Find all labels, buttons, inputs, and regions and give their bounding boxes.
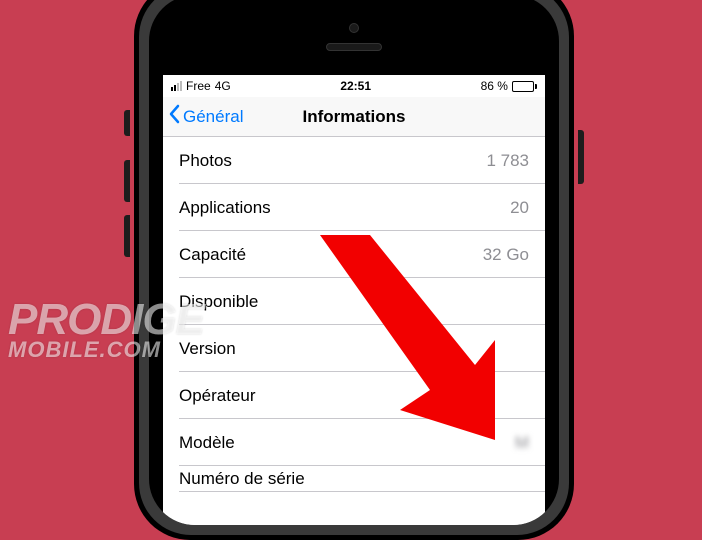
row-label: Applications [179,198,271,218]
screen: Free 4G 22:51 86 % [163,75,545,525]
row-label: Version [179,339,236,359]
back-button[interactable]: Général [167,104,243,129]
volume-down-button [124,215,130,257]
row-applications[interactable]: Applications 20 [163,184,545,231]
mute-switch [124,110,130,136]
signal-icon [171,81,182,91]
row-photos[interactable]: Photos 1 783 [163,137,545,184]
chevron-left-icon [167,104,181,129]
settings-list[interactable]: Photos 1 783 Applications 20 Capacité 32… [163,137,545,525]
carrier-label: Free [186,79,211,93]
network-label: 4G [215,79,231,93]
row-value: 20 [510,198,529,218]
phone-frame: Free 4G 22:51 86 % [134,0,574,540]
row-label: Capacité [179,245,246,265]
row-value: 32 Go [483,245,529,265]
row-version[interactable]: Version [163,325,545,372]
row-label: Opérateur [179,386,256,406]
row-value: 1 783 [486,151,529,171]
status-bar: Free 4G 22:51 86 % [163,75,545,97]
row-label: Modèle [179,433,235,453]
row-value: M [515,433,529,453]
battery-icon [512,81,537,92]
row-model[interactable]: Modèle M [163,419,545,466]
row-serial[interactable]: Numéro de série [163,466,545,492]
row-capacity[interactable]: Capacité 32 Go [163,231,545,278]
clock: 22:51 [340,79,371,93]
row-available[interactable]: Disponible [163,278,545,325]
battery-percent: 86 % [481,79,508,93]
speaker-grille [326,43,382,51]
front-camera [349,23,359,33]
nav-bar: Général Informations [163,97,545,137]
row-carrier[interactable]: Opérateur [163,372,545,419]
row-label: Photos [179,151,232,171]
volume-up-button [124,160,130,202]
row-label: Disponible [179,292,258,312]
power-button [578,130,584,184]
row-label: Numéro de série [179,469,305,489]
back-label: Général [183,107,243,127]
